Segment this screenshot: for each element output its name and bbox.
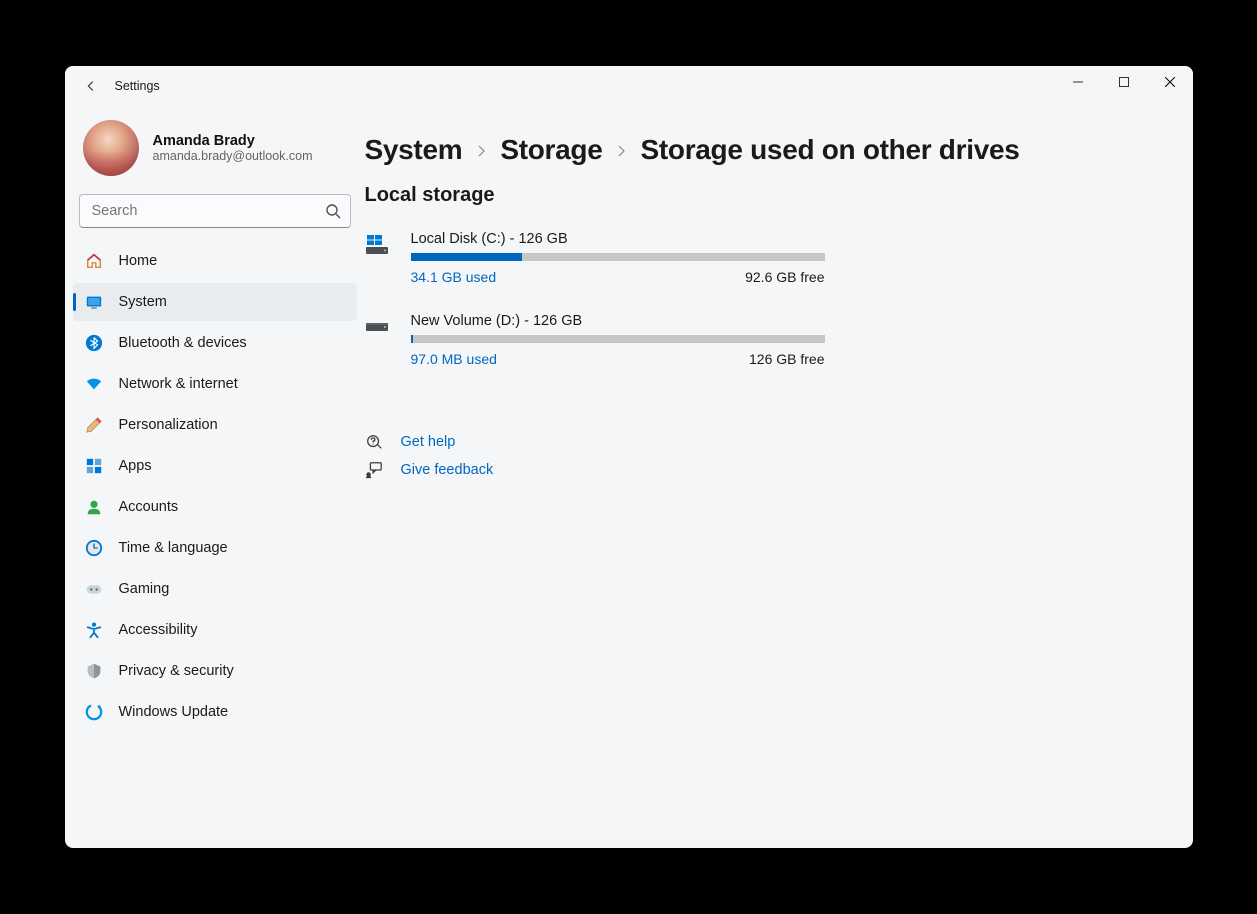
drive-c[interactable]: Local Disk (C:) - 126 GB 34.1 GB used 92… (365, 231, 825, 285)
update-icon (85, 703, 103, 721)
drive-progress-fill (411, 335, 413, 343)
drive-title: New Volume (D:) - 126 GB (411, 313, 825, 329)
personalization-icon (85, 416, 103, 434)
drive-free-text: 92.6 GB free (745, 269, 824, 285)
drive-d[interactable]: New Volume (D:) - 126 GB 97.0 MB used 12… (365, 313, 825, 367)
close-button[interactable] (1147, 66, 1193, 98)
disk-system-icon (365, 231, 391, 285)
breadcrumb-storage[interactable]: Storage (500, 134, 602, 166)
maximize-icon (1119, 77, 1129, 87)
profile-name: Amanda Brady (153, 133, 313, 149)
sidebar-item-label: Time & language (119, 540, 228, 556)
get-help-link[interactable]: Get help (401, 434, 456, 450)
sidebar-item-accounts[interactable]: Accounts (73, 488, 357, 526)
sidebar-item-accessibility[interactable]: Accessibility (73, 611, 357, 649)
sidebar-item-label: Accounts (119, 499, 179, 515)
sidebar-item-system[interactable]: System (73, 283, 357, 321)
avatar (83, 120, 139, 176)
chevron-right-icon (616, 144, 626, 161)
search-icon (325, 203, 341, 219)
sidebar-item-privacy[interactable]: Privacy & security (73, 652, 357, 690)
sidebar-item-time[interactable]: Time & language (73, 529, 357, 567)
breadcrumb-current: Storage used on other drives (640, 134, 1019, 166)
sidebar-item-apps[interactable]: Apps (73, 447, 357, 485)
sidebar-item-personalization[interactable]: Personalization (73, 406, 357, 444)
sidebar-item-label: Home (119, 253, 158, 269)
drive-used-link[interactable]: 97.0 MB used (411, 351, 497, 367)
maximize-button[interactable] (1101, 66, 1147, 98)
disk-icon (365, 313, 391, 367)
sidebar-item-label: Privacy & security (119, 663, 234, 679)
time-icon (85, 539, 103, 557)
close-icon (1165, 77, 1175, 87)
sidebar-item-network[interactable]: Network & internet (73, 365, 357, 403)
back-button[interactable] (77, 72, 105, 100)
sidebar-item-label: Bluetooth & devices (119, 335, 247, 351)
sidebar-item-label: System (119, 294, 167, 310)
sidebar-item-label: Windows Update (119, 704, 229, 720)
feedback-icon (365, 461, 383, 479)
drive-title: Local Disk (C:) - 126 GB (411, 231, 825, 247)
minimize-icon (1073, 77, 1083, 87)
account-profile[interactable]: Amanda Brady amanda.brady@outlook.com (71, 106, 359, 194)
accounts-icon (85, 498, 103, 516)
breadcrumb-system[interactable]: System (365, 134, 463, 166)
sidebar-item-label: Gaming (119, 581, 170, 597)
sidebar-item-home[interactable]: Home (73, 242, 357, 280)
drive-progress (411, 253, 825, 261)
give-feedback-link[interactable]: Give feedback (401, 462, 494, 478)
sidebar-item-bluetooth[interactable]: Bluetooth & devices (73, 324, 357, 362)
sidebar-item-label: Personalization (119, 417, 218, 433)
home-icon (85, 252, 103, 270)
chevron-right-icon (476, 144, 486, 161)
accessibility-icon (85, 621, 103, 639)
gaming-icon (85, 580, 103, 598)
sidebar-item-label: Network & internet (119, 376, 238, 392)
sidebar-item-update[interactable]: Windows Update (73, 693, 357, 731)
bluetooth-icon (85, 334, 103, 352)
sidebar-item-gaming[interactable]: Gaming (73, 570, 357, 608)
search-input[interactable] (79, 194, 351, 228)
section-title: Local storage (365, 184, 1153, 207)
network-icon (85, 375, 103, 393)
sidebar-item-label: Apps (119, 458, 152, 474)
system-icon (85, 293, 103, 311)
profile-email: amanda.brady@outlook.com (153, 149, 313, 163)
drive-progress-fill (411, 253, 523, 261)
drive-used-link[interactable]: 34.1 GB used (411, 269, 497, 285)
drive-free-text: 126 GB free (749, 351, 825, 367)
sidebar-item-label: Accessibility (119, 622, 198, 638)
apps-icon (85, 457, 103, 475)
drive-progress (411, 335, 825, 343)
minimize-button[interactable] (1055, 66, 1101, 98)
arrow-left-icon (84, 79, 98, 93)
privacy-icon (85, 662, 103, 680)
breadcrumb: System Storage Storage used on other dri… (365, 134, 1153, 166)
help-icon (365, 433, 383, 451)
window-title: Settings (115, 79, 160, 93)
